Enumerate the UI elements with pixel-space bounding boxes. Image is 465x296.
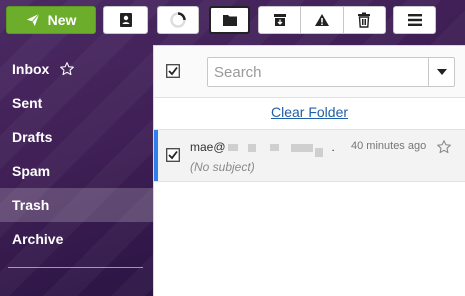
star-outline-icon[interactable] bbox=[436, 139, 452, 155]
clear-folder-link[interactable]: Clear Folder bbox=[154, 104, 465, 120]
message-sender: mae@. bbox=[190, 140, 335, 158]
sidebar-item-label: Drafts bbox=[12, 129, 53, 145]
selected-indicator bbox=[154, 130, 158, 181]
sidebar-item-drafts[interactable]: Drafts bbox=[0, 120, 153, 154]
search-options-dropdown[interactable] bbox=[428, 58, 454, 86]
message-checkbox[interactable] bbox=[166, 148, 180, 162]
sidebar-item-label: Trash bbox=[12, 197, 50, 213]
warning-icon bbox=[314, 14, 329, 26]
message-subject: (No subject) bbox=[190, 160, 255, 174]
contacts-button[interactable] bbox=[103, 6, 148, 34]
sender-address: mae@ bbox=[190, 140, 226, 154]
refresh-button[interactable] bbox=[157, 6, 199, 34]
delete-button[interactable] bbox=[344, 7, 385, 33]
message-row[interactable]: mae@. 40 minutes ago (No subject) bbox=[154, 129, 465, 182]
address-book-icon bbox=[119, 13, 132, 27]
star-outline-icon[interactable] bbox=[59, 61, 75, 77]
redacted-text bbox=[314, 148, 323, 158]
sidebar-item-label: Inbox bbox=[12, 61, 50, 77]
sidebar-divider bbox=[8, 267, 143, 268]
search-box bbox=[207, 57, 455, 87]
redacted-text bbox=[290, 143, 313, 152]
search-input[interactable] bbox=[208, 58, 428, 86]
sidebar-item-sent[interactable]: Sent bbox=[0, 86, 153, 120]
menu-button[interactable] bbox=[393, 6, 436, 34]
sidebar-item-spam[interactable]: Spam bbox=[0, 154, 153, 188]
sidebar-item-trash[interactable]: Trash bbox=[0, 188, 153, 222]
toolbar: New bbox=[6, 6, 459, 34]
search-bar-row bbox=[154, 46, 465, 98]
sidebar-item-label: Archive bbox=[12, 231, 64, 247]
message-time: 40 minutes ago bbox=[351, 140, 427, 152]
sidebar-item-archive[interactable]: Archive bbox=[0, 222, 153, 256]
sidebar-item-label: Sent bbox=[12, 95, 43, 111]
caret-down-icon bbox=[436, 69, 447, 75]
report-spam-button[interactable] bbox=[301, 7, 344, 33]
message-actions-group bbox=[258, 6, 386, 34]
redacted-text bbox=[227, 144, 238, 152]
hamburger-menu-icon bbox=[407, 14, 422, 26]
loading-spinner-icon bbox=[170, 12, 186, 28]
trash-icon bbox=[358, 12, 371, 28]
select-all-checkbox[interactable] bbox=[166, 64, 180, 78]
move-to-folder-button[interactable] bbox=[209, 6, 250, 34]
archive-button[interactable] bbox=[259, 7, 302, 33]
folder-sidebar: Inbox Sent Drafts Spam Trash Archive bbox=[0, 52, 153, 256]
archive-box-icon bbox=[273, 14, 286, 26]
sidebar-item-label: Spam bbox=[12, 163, 51, 179]
new-button-label: New bbox=[47, 12, 77, 28]
paper-plane-icon bbox=[26, 13, 40, 27]
message-list-panel: Clear Folder mae@. 40 minutes ago (No su… bbox=[153, 45, 465, 296]
sidebar-item-inbox[interactable]: Inbox bbox=[0, 52, 153, 86]
sender-suffix: . bbox=[331, 140, 335, 154]
redacted-text bbox=[269, 144, 279, 152]
redacted-text bbox=[247, 143, 256, 152]
folder-icon bbox=[222, 15, 237, 26]
new-message-button[interactable]: New bbox=[6, 6, 96, 34]
